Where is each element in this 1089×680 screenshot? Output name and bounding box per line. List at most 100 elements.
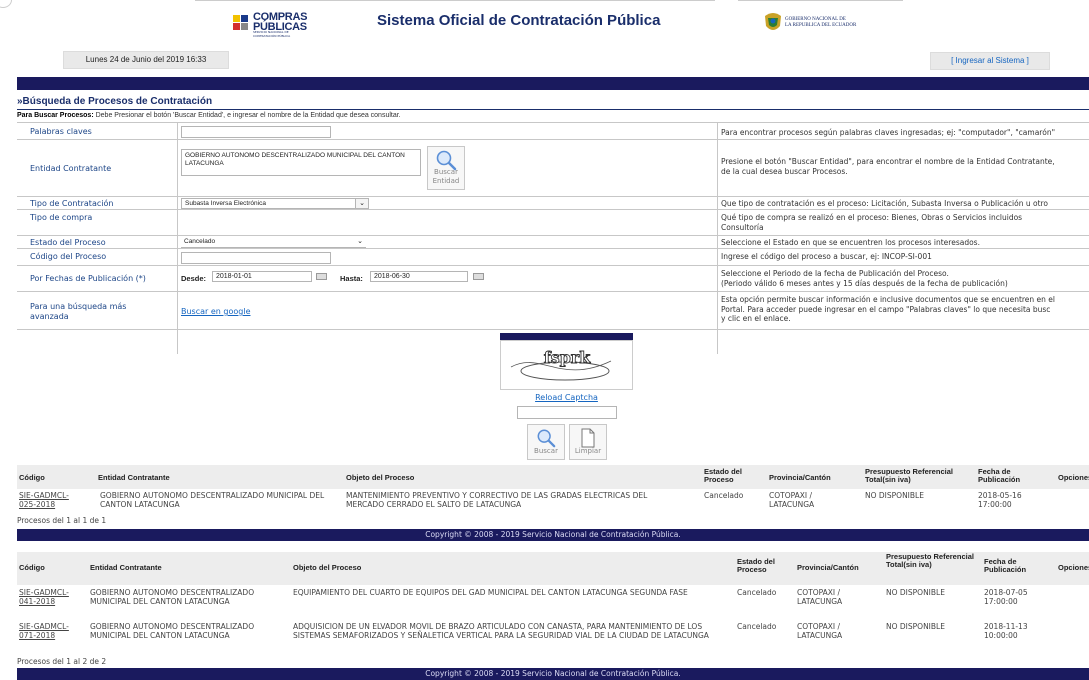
process-code-link[interactable]: SIE-GADMCL-041-2018 — [19, 588, 81, 606]
status-cell: Cancelado — [704, 491, 744, 500]
search-entity-label: Buscar Entidad — [432, 168, 460, 185]
place-cell: COTOPAXI / LATACUNGA — [797, 622, 843, 640]
form-row-type: Tipo de Contratación Subasta Inversa Ele… — [17, 196, 1089, 210]
budget-cell: NO DISPONIBLE — [865, 491, 924, 500]
date-cell: 2018-11-13 10:00:00 — [984, 622, 1028, 640]
col-code: Código — [19, 563, 45, 572]
place-cell: COTOPAXI / LATACUNGA — [769, 491, 815, 509]
col-status: Estado del Proceso — [737, 557, 775, 574]
chevron-down-icon: ⌄ — [357, 238, 363, 245]
keywords-label: Palabras claves — [30, 127, 92, 136]
status-help: Seleccione el Estado en que se encuentre… — [721, 238, 980, 247]
to-date-input[interactable]: 2018-06-30 — [370, 271, 468, 282]
col-date: Fecha de Publicación — [984, 557, 1027, 574]
entity-cell: GOBIERNO AUTONOMO DESCENTRALIZADO MUNICI… — [100, 491, 325, 509]
captcha-header — [500, 333, 633, 340]
status-cell: Cancelado — [737, 622, 777, 631]
section-title: »Búsqueda de Procesos de Contratación — [17, 96, 213, 107]
purchase-label: Tipo de compra — [30, 213, 93, 222]
object-cell: EQUIPAMIENTO DEL CUARTO DE EQUIPOS DEL G… — [293, 588, 688, 597]
captcha-image: fsprk — [500, 340, 633, 390]
col-entity: Entidad Contratante — [98, 473, 170, 482]
col-object: Objeto del Proceso — [346, 473, 415, 482]
advanced-help: Esta opción permite buscar información e… — [721, 295, 1056, 323]
entity-cell: GOBIERNO AUTONOMO DESCENTRALIZADO MUNICI… — [90, 588, 255, 606]
copyright-bar: Copyright © 2008 - 2019 Servicio Naciona… — [17, 529, 1089, 541]
browser-edge — [0, 0, 12, 8]
login-button[interactable]: [ Ingresar al Sistema ] — [930, 52, 1050, 70]
form-row-status: Estado del Proceso Cancelado ⌄ Seleccione… — [17, 235, 1089, 249]
status-select[interactable]: Cancelado ⌄ — [181, 237, 366, 248]
calendar-icon[interactable] — [316, 273, 327, 280]
entity-textarea[interactable]: GOBIERNO AUTONOMO DESCENTRALIZADO MUNICI… — [181, 149, 421, 176]
keywords-help: Para encontrar procesos según palabras c… — [721, 128, 1056, 137]
nav-bar — [17, 77, 1089, 90]
code-label: Código del Proceso — [30, 252, 107, 261]
status-cell: Cancelado — [737, 588, 777, 597]
date-cell: 2018-07-05 17:00:00 — [984, 588, 1028, 606]
advanced-label: Para una búsqueda más avanzada — [30, 302, 127, 321]
object-cell: MANTENIMIENTO PREVENTIVO Y CORRECTIVO DE… — [346, 491, 648, 509]
form-row-entity: Entidad Contratante GOBIERNO AUTONOMO DE… — [17, 139, 1089, 197]
type-label: Tipo de Contratación — [30, 199, 114, 208]
col-place: Provincia/Cantón — [797, 563, 859, 572]
form-row-advanced: Para una búsqueda más avanzada Buscar en … — [17, 291, 1089, 330]
entity-cell: GOBIERNO AUTONOMO DESCENTRALIZADO MUNICI… — [90, 622, 255, 640]
type-help: Que tipo de contratación es el proceso: … — [721, 199, 1049, 208]
chevron-down-icon: ⌄ — [355, 199, 368, 208]
form-row-code: Código del Proceso Ingrese el código del… — [17, 248, 1089, 266]
code-help: Ingrese el código del proceso a buscar, … — [721, 252, 932, 261]
entity-label: Entidad Contratante — [30, 164, 112, 173]
dates-help: Seleccione el Periodo de la fecha de Pub… — [721, 269, 1008, 288]
page-title: Sistema Oficial de Contratación Pública — [377, 12, 661, 29]
status-label: Estado del Proceso — [30, 238, 106, 247]
from-date-input[interactable]: 2018-01-01 — [212, 271, 312, 282]
search-form: Palabras claves Para encontrar procesos … — [17, 122, 1089, 354]
form-row-dates: Por Fechas de Publicación (*) Desde: 201… — [17, 265, 1089, 292]
col-budget: Presupuesto Referencial Total(sin iva) — [865, 467, 953, 484]
entity-help: Presione el botón "Buscar Entidad", para… — [721, 157, 1055, 176]
current-date: Lunes 24 de Junio del 2019 16:33 — [63, 51, 229, 69]
search-entity-button[interactable]: Buscar Entidad — [427, 146, 465, 190]
results-count: Procesos del 1 al 2 de 2 — [17, 657, 107, 666]
document-icon — [581, 428, 595, 448]
dates-label: Por Fechas de Publicación (*) — [30, 274, 146, 283]
date-cell: 2018-05-16 17:00:00 — [978, 491, 1022, 509]
col-place: Provincia/Cantón — [769, 473, 831, 482]
object-cell: ADQUISICION DE UN ELVADOR MOVIL DE BRAZO… — [293, 622, 709, 640]
col-entity: Entidad Contratante — [90, 563, 162, 572]
col-options: Opciones — [1058, 563, 1089, 572]
budget-cell: NO DISPONIBLE — [886, 588, 945, 597]
reload-captcha-link[interactable]: Reload Captcha — [500, 393, 633, 402]
place-cell: COTOPAXI / LATACUNGA — [797, 588, 843, 606]
to-label: Hasta: — [340, 274, 363, 283]
process-code-link[interactable]: SIE-GADMCL-071-2018 — [19, 622, 81, 640]
keywords-input[interactable] — [181, 126, 331, 138]
type-select[interactable]: Subasta Inversa Electrónica ⌄ — [181, 198, 369, 209]
col-budget: Presupuesto Referencial Total(sin iva) — [886, 552, 974, 569]
compras-publicas-logo: COMPRAS PÚBLICAS SERVICIO NACIONAL DE CON… — [233, 10, 313, 38]
col-status: Estado del Proceso — [704, 467, 742, 484]
process-code-link[interactable]: SIE-GADMCL-025-2018 — [19, 491, 84, 509]
search-instructions: Para Buscar Procesos: Debe Presionar el … — [17, 112, 401, 119]
code-input[interactable] — [181, 252, 331, 264]
from-label: Desde: — [181, 274, 207, 283]
calendar-icon[interactable] — [473, 273, 484, 280]
divider — [17, 109, 1089, 110]
svg-text:fsprk: fsprk — [544, 348, 592, 367]
top-divider — [738, 0, 903, 1]
col-date: Fecha de Publicación — [978, 467, 1021, 484]
results-count: Procesos del 1 al 1 de 1 — [17, 516, 107, 525]
purchase-help: Qué tipo de compra se realizó en el proc… — [721, 213, 1023, 232]
top-divider — [195, 0, 715, 1]
budget-cell: NO DISPONIBLE — [886, 622, 945, 631]
col-code: Código — [19, 473, 45, 482]
form-row-purchase: Tipo de compra Qué tipo de compra se rea… — [17, 209, 1089, 236]
search-button[interactable]: Buscar — [527, 424, 565, 460]
magnifier-icon — [537, 429, 556, 448]
form-row-keywords: Palabras claves Para encontrar procesos … — [17, 122, 1089, 140]
col-object: Objeto del Proceso — [293, 563, 362, 572]
captcha-input[interactable] — [517, 406, 617, 419]
clear-button[interactable]: Limpiar — [569, 424, 607, 460]
google-search-link[interactable]: Buscar en google — [181, 307, 250, 316]
